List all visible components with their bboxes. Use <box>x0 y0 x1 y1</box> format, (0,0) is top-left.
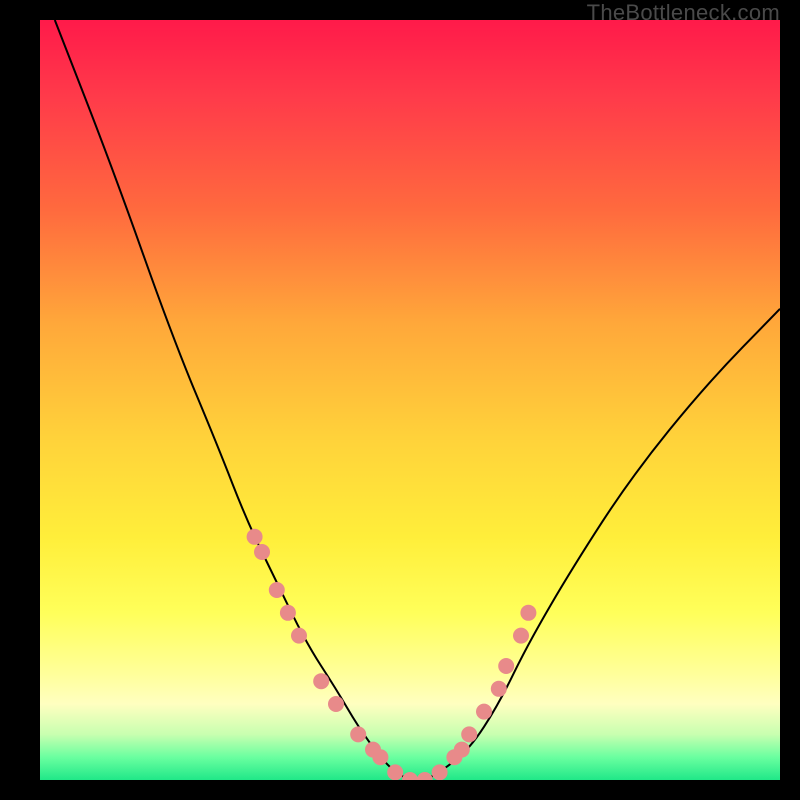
marker-dots-group <box>247 529 537 780</box>
marker-dot <box>402 772 418 780</box>
marker-dot <box>476 704 492 720</box>
marker-dot <box>280 605 296 621</box>
marker-dot <box>291 628 307 644</box>
watermark-text: TheBottleneck.com <box>587 0 780 26</box>
marker-dot <box>491 681 507 697</box>
marker-dot <box>498 658 514 674</box>
marker-dot <box>454 742 470 758</box>
marker-dot <box>269 582 285 598</box>
curve-svg <box>40 20 780 780</box>
marker-dot <box>417 772 433 780</box>
marker-dot <box>372 749 388 765</box>
marker-dot <box>313 673 329 689</box>
marker-dot <box>461 726 477 742</box>
marker-dot <box>254 544 270 560</box>
marker-dot <box>513 628 529 644</box>
bottleneck-curve <box>55 20 780 780</box>
marker-dot <box>247 529 263 545</box>
marker-dot <box>387 764 403 780</box>
plot-area <box>40 20 780 780</box>
marker-dot <box>350 726 366 742</box>
marker-dot <box>520 605 536 621</box>
marker-dot <box>432 764 448 780</box>
chart-frame: TheBottleneck.com <box>0 0 800 800</box>
marker-dot <box>328 696 344 712</box>
